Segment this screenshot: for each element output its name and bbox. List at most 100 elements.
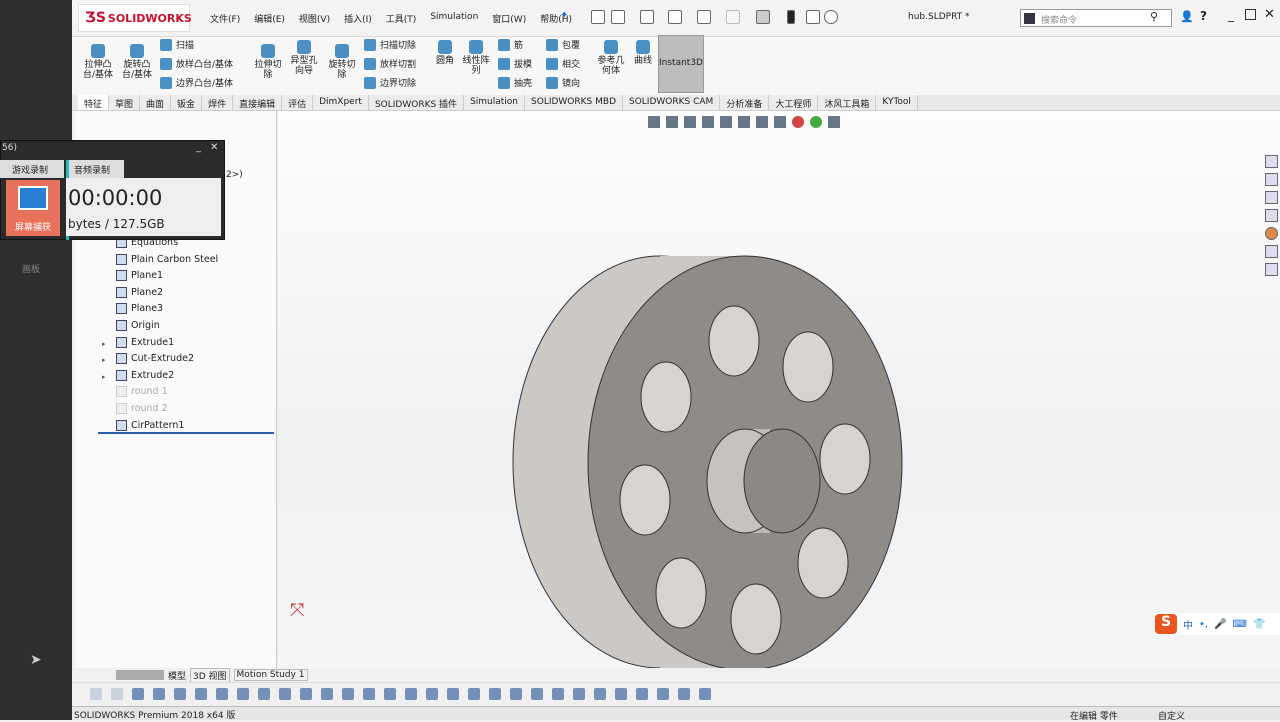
- selection-filter-icon[interactable]: [300, 688, 312, 700]
- tab-motion-study[interactable]: Motion Study 1: [233, 669, 308, 681]
- selection-filter-icon[interactable]: [426, 688, 438, 700]
- tab-model[interactable]: 模型: [168, 669, 186, 682]
- help-icon[interactable]: ?: [1200, 9, 1207, 23]
- task-home-icon[interactable]: [1265, 155, 1278, 168]
- curves-button[interactable]: 曲线: [630, 40, 656, 66]
- selection-filter-icon[interactable]: [468, 688, 480, 700]
- selection-filter-icon[interactable]: [153, 688, 165, 700]
- rollback-bar[interactable]: [98, 432, 274, 434]
- new-icon[interactable]: [611, 10, 625, 24]
- selection-filter-icon[interactable]: [405, 688, 417, 700]
- microphone-icon[interactable]: 🎤: [1214, 619, 1226, 630]
- revolve-cut-button[interactable]: 旋转切除: [326, 44, 358, 80]
- tab-mufeng-toolbox[interactable]: 沐风工具箱: [818, 95, 877, 110]
- hole-wizard-button[interactable]: 异型孔向导: [288, 40, 320, 76]
- expand-arrow[interactable]: ▸: [102, 340, 106, 348]
- select-icon[interactable]: [756, 10, 770, 24]
- recorder-minimize[interactable]: _: [196, 142, 201, 153]
- previous-view-icon[interactable]: [684, 116, 696, 128]
- lofted-cut-button[interactable]: 放样切割: [364, 57, 416, 70]
- selection-filter-icon[interactable]: [111, 688, 123, 700]
- tab-simulation[interactable]: Simulation: [464, 95, 526, 110]
- custom-properties-icon[interactable]: [1265, 245, 1278, 258]
- tree-item[interactable]: Cut-Extrude2: [116, 353, 194, 365]
- recorder-close[interactable]: ✕: [210, 142, 218, 153]
- tab-sketch[interactable]: 草图: [109, 95, 141, 110]
- extrude-boss-button[interactable]: 拉伸凸台/基体: [80, 44, 116, 80]
- tab-sheet-metal[interactable]: 钣金: [171, 95, 203, 110]
- selection-filter-icon[interactable]: [531, 688, 543, 700]
- tab-dimxpert[interactable]: DimXpert: [313, 95, 369, 110]
- boundary-boss-button[interactable]: 边界凸台/基体: [160, 76, 233, 89]
- selection-filter-icon[interactable]: [594, 688, 606, 700]
- menu-simulation[interactable]: Simulation: [430, 12, 478, 25]
- instant3d-button[interactable]: Instant3D: [658, 35, 704, 93]
- selection-filter-icon[interactable]: [342, 688, 354, 700]
- view-settings-icon[interactable]: [828, 116, 840, 128]
- user-icon[interactable]: 👤: [1180, 10, 1194, 23]
- tree-item[interactable]: Plane3: [116, 303, 163, 315]
- tab-direct-editing[interactable]: 直接编辑: [233, 95, 283, 110]
- tree-item[interactable]: Plane2: [116, 286, 163, 298]
- selection-filter-icon[interactable]: [258, 688, 270, 700]
- undo-icon[interactable]: [726, 10, 740, 24]
- menu-edit[interactable]: 编辑(E): [254, 12, 285, 25]
- tab-evaluate[interactable]: 评估: [282, 95, 314, 110]
- expand-arrow[interactable]: ▸: [102, 356, 106, 364]
- tab-cam[interactable]: SOLIDWORKS CAM: [623, 95, 721, 110]
- linear-pattern-button[interactable]: 线性阵列: [460, 40, 492, 76]
- hide-show-icon[interactable]: [774, 116, 786, 128]
- selection-filter-icon[interactable]: [552, 688, 564, 700]
- selection-filter-icon[interactable]: [132, 688, 144, 700]
- draft-button[interactable]: 拔模: [498, 57, 532, 70]
- selection-filter-icon[interactable]: [699, 688, 711, 700]
- dynamic-annotation-icon[interactable]: [720, 116, 732, 128]
- rebuild-icon[interactable]: [787, 10, 795, 24]
- rib-button[interactable]: 筋: [498, 38, 523, 51]
- boundary-cut-button[interactable]: 边界切除: [364, 76, 416, 89]
- selection-filter-icon[interactable]: [384, 688, 396, 700]
- section-view-icon[interactable]: [702, 116, 714, 128]
- tree-item[interactable]: Extrude1: [116, 336, 174, 348]
- selection-filter-icon[interactable]: [321, 688, 333, 700]
- selection-filter-icon[interactable]: [279, 688, 291, 700]
- close-button[interactable]: ✕: [1264, 7, 1275, 22]
- fillet-button[interactable]: 圆角: [432, 40, 458, 66]
- tree-item[interactable]: Plane1: [116, 270, 163, 282]
- file-explorer-icon[interactable]: [1265, 191, 1278, 204]
- zoom-to-fit-icon[interactable]: [648, 116, 660, 128]
- menu-window[interactable]: 窗口(W): [492, 12, 526, 25]
- selection-filter-icon[interactable]: [237, 688, 249, 700]
- loft-boss-button[interactable]: 放样凸台/基体: [160, 57, 233, 70]
- tab-big-engineer[interactable]: 大工程师: [769, 95, 819, 110]
- menu-file[interactable]: 文件(F): [210, 12, 240, 25]
- sweep-button[interactable]: 扫描: [160, 38, 194, 51]
- mirror-button[interactable]: 镜向: [546, 76, 580, 89]
- selection-filter-icon[interactable]: [216, 688, 228, 700]
- tab-analysis-prep[interactable]: 分析准备: [720, 95, 770, 110]
- selection-filter-icon[interactable]: [573, 688, 585, 700]
- wrap-button[interactable]: 包覆: [546, 38, 580, 51]
- tree-item[interactable]: CirPattern1: [116, 419, 184, 431]
- solidworks-logo[interactable]: ƷS SOLIDWORKS: [78, 4, 192, 32]
- shell-button[interactable]: 抽壳: [498, 76, 532, 89]
- recorder-tab-game[interactable]: 游戏录制: [0, 160, 64, 178]
- selection-filter-icon[interactable]: [489, 688, 501, 700]
- selection-filter-icon[interactable]: [447, 688, 459, 700]
- tab-weldments[interactable]: 焊件: [202, 95, 234, 110]
- view-orientation-icon[interactable]: [738, 116, 750, 128]
- view-palette-icon[interactable]: [1265, 209, 1278, 222]
- tree-item[interactable]: round 1: [116, 386, 168, 398]
- intersect-button[interactable]: 相交: [546, 57, 580, 70]
- appearances-icon[interactable]: [1265, 227, 1278, 240]
- forum-icon[interactable]: [1265, 263, 1278, 276]
- tab-kytool[interactable]: KYTool: [876, 95, 918, 110]
- tree-item[interactable]: Plain Carbon Steel: [116, 253, 218, 265]
- selection-filter-icon[interactable]: [90, 688, 102, 700]
- selection-filter-icon[interactable]: [615, 688, 627, 700]
- zoom-area-icon[interactable]: [666, 116, 678, 128]
- edit-appearance-icon[interactable]: [792, 116, 804, 128]
- recorder-tab-audio[interactable]: 音频录制: [68, 160, 124, 178]
- selection-filter-icon[interactable]: [510, 688, 522, 700]
- maximize-button[interactable]: [1245, 9, 1256, 20]
